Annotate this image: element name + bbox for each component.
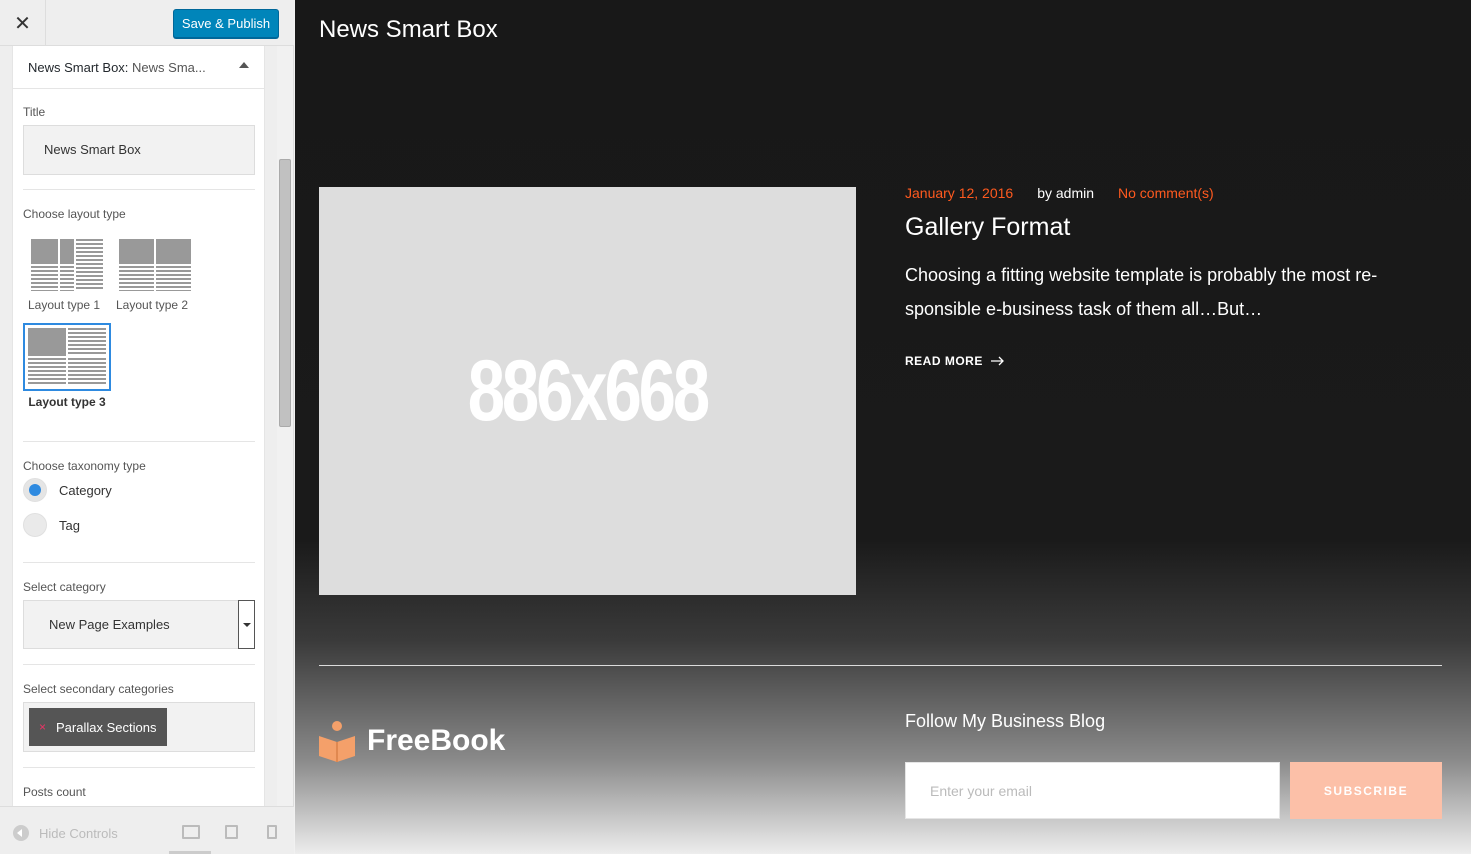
post-author[interactable]: by admin: [1037, 185, 1094, 201]
placeholder-size-text: 886x668: [467, 342, 710, 439]
book-logo-icon: [319, 721, 355, 762]
layout-type-2-option[interactable]: Layout type 2: [116, 236, 196, 312]
radio-category[interactable]: Category: [23, 478, 112, 502]
site-preview: News Smart Box 886x668 January 12, 2016 …: [295, 0, 1471, 854]
post-image-placeholder[interactable]: 886x668: [319, 187, 856, 595]
hide-controls-button[interactable]: Hide Controls: [13, 825, 118, 841]
post-excerpt: Choosing a fitting website template is p…: [905, 265, 1378, 319]
layout-1-label: Layout type 1: [28, 298, 101, 312]
hide-controls-label: Hide Controls: [39, 825, 118, 841]
layout-3-label: Layout type 3: [28, 395, 106, 409]
mobile-preview-icon[interactable]: [267, 825, 277, 839]
layout-3-selected-frame: [23, 323, 111, 391]
read-more-link[interactable]: READ MORE: [905, 354, 1005, 368]
layout-type-label: Choose layout type: [23, 207, 126, 221]
layout-3-thumbnail-icon: [28, 328, 106, 386]
secondary-categories-field[interactable]: × Parallax Sections: [23, 702, 255, 752]
posts-count-label: Posts count: [23, 785, 86, 799]
title-input[interactable]: News Smart Box: [23, 125, 255, 175]
title-label: Title: [23, 105, 46, 119]
select-category-label: Select category: [23, 580, 106, 594]
secondary-categories-label: Select secondary categories: [23, 682, 174, 696]
radio-unselected-icon[interactable]: [23, 513, 47, 537]
customizer-footer: Hide Controls: [0, 806, 294, 854]
close-icon[interactable]: ✕: [0, 0, 46, 46]
widget-panel: News Smart Box: News Sma... Title News S…: [12, 46, 265, 806]
divider: [23, 767, 255, 768]
layout-type-1-option[interactable]: Layout type 1: [28, 236, 108, 312]
divider: [23, 562, 255, 563]
email-input[interactable]: Enter your email: [905, 762, 1280, 819]
logo-text: FreeBook: [367, 724, 506, 757]
scrollbar-thumb[interactable]: [279, 159, 291, 427]
layout-2-label: Layout type 2: [116, 298, 189, 312]
radio-tag[interactable]: Tag: [23, 513, 80, 537]
divider: [23, 441, 255, 442]
layout-1-thumbnail-icon: [28, 236, 106, 294]
category-select-value: New Page Examples: [49, 617, 170, 632]
desktop-preview-icon[interactable]: [182, 825, 200, 839]
save-publish-button[interactable]: Save & Publish: [173, 9, 279, 38]
chip-label: Parallax Sections: [56, 719, 157, 735]
category-select[interactable]: New Page Examples: [23, 600, 255, 649]
collapse-left-icon: [13, 825, 29, 841]
customizer-header: ✕ Save & Publish: [0, 0, 294, 46]
dropdown-arrow-icon[interactable]: [238, 600, 255, 649]
tablet-preview-icon[interactable]: [225, 825, 238, 839]
panel-scrollbar[interactable]: [277, 46, 293, 806]
radio-tag-label: Tag: [59, 517, 80, 533]
read-more-label: READ MORE: [905, 354, 983, 368]
widget-header[interactable]: News Smart Box: News Sma...: [13, 46, 264, 89]
freebook-logo[interactable]: FreeBook: [319, 720, 505, 762]
section-title: News Smart Box: [319, 16, 498, 43]
radio-category-label: Category: [59, 482, 112, 498]
divider: [23, 664, 255, 665]
footer-divider: [319, 665, 1442, 666]
follow-title: Follow My Business Blog: [905, 711, 1106, 731]
post-date[interactable]: January 12, 2016: [905, 185, 1013, 201]
customizer-sidebar: ✕ Save & Publish News Smart Box: News Sm…: [0, 0, 294, 854]
post-meta: January 12, 2016 by admin No comment(s): [905, 185, 1214, 201]
arrow-right-icon: [990, 356, 1004, 366]
layout-type-3-option[interactable]: Layout type 3: [23, 323, 111, 410]
post-title[interactable]: Gallery Format: [905, 213, 1070, 242]
secondary-category-chip[interactable]: × Parallax Sections: [29, 708, 167, 746]
subscribe-button[interactable]: SUBSCRIBE: [1290, 762, 1442, 819]
layout-2-thumbnail-icon: [116, 236, 194, 294]
remove-chip-icon[interactable]: ×: [39, 720, 46, 734]
radio-selected-icon[interactable]: [23, 478, 47, 502]
divider: [23, 189, 255, 190]
widget-title-name: News Sma...: [132, 60, 206, 75]
widget-title-prefix: News Smart Box:: [28, 60, 129, 75]
post-comments[interactable]: No comment(s): [1118, 185, 1214, 201]
collapse-up-icon[interactable]: [239, 62, 249, 68]
taxonomy-type-label: Choose taxonomy type: [23, 459, 146, 473]
widget-title: News Smart Box: News Sma...: [28, 60, 206, 75]
